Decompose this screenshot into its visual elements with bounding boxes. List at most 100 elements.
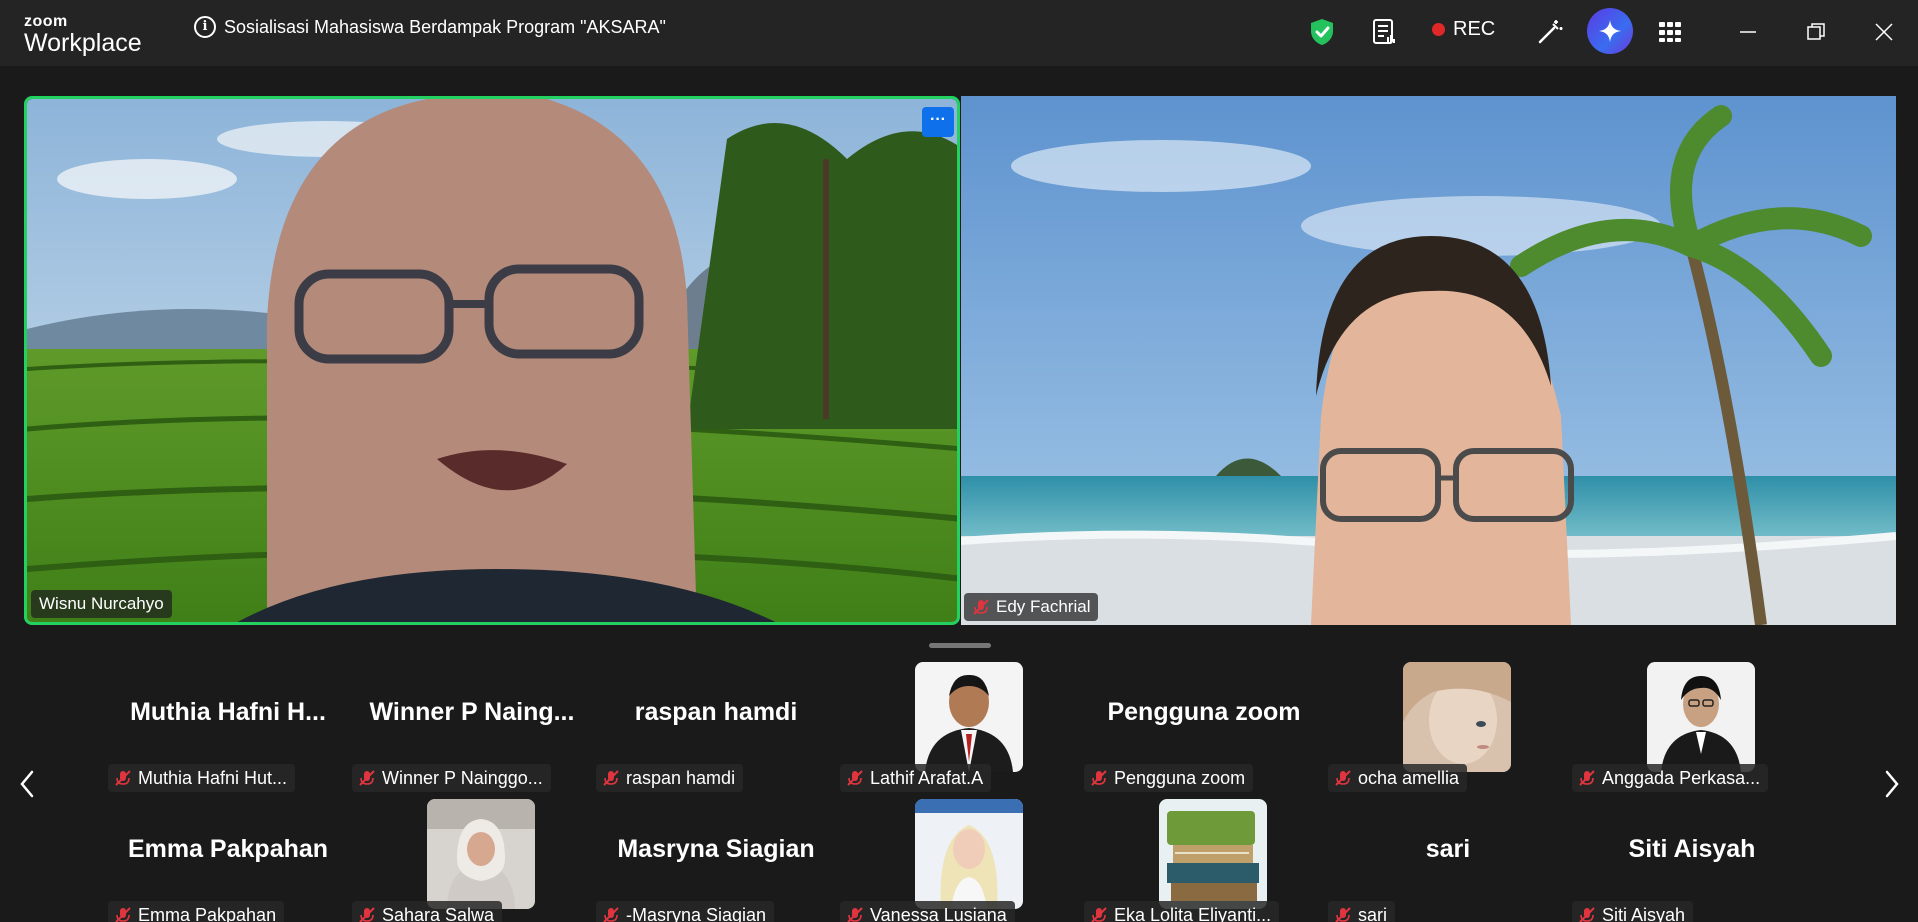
participant-name-tag: Muthia Hafni Hut... [108, 764, 296, 792]
previous-page-arrow-icon[interactable] [13, 764, 41, 804]
logo-bottom-text: Workplace [24, 29, 142, 57]
gallery-tile[interactable]: Sahara Salwa [350, 799, 594, 922]
muted-mic-icon [1579, 907, 1595, 922]
participant-name: Pengguna zoom [1114, 767, 1246, 788]
muted-mic-icon [973, 599, 989, 615]
participant-photo [915, 799, 1023, 909]
participant-name: Emma Pakpahan [138, 904, 277, 922]
participant-name-tag: Eka Lolita Eliyanti... [1084, 901, 1280, 922]
participant-photo [1647, 662, 1755, 772]
gallery-tile[interactable]: Lathif Arafat.A [838, 662, 1082, 792]
meeting-info-icon[interactable]: i [194, 16, 216, 38]
muted-mic-icon [1091, 907, 1107, 922]
participant-name: Muthia Hafni Hut... [138, 767, 288, 788]
logo-top-text: zoom [24, 13, 68, 30]
gallery-tile[interactable]: Vanessa Lusiana [838, 799, 1082, 922]
participant-name: Siti Aisyah [1602, 904, 1686, 922]
zoom-workplace-logo: zoom Workplace [24, 14, 142, 56]
recording-indicator[interactable]: REC [1432, 18, 1495, 41]
participant-display-name: Winner P Naing... [369, 698, 575, 726]
participant-name: Edy Fachrial [996, 597, 1091, 616]
ai-companion-icon[interactable] [1587, 8, 1633, 54]
video-tile-edy-fachrial[interactable]: Edy Fachrial [961, 96, 1896, 625]
participant-display-name: raspan hamdi [634, 698, 798, 726]
participant-name: Anggada Perkasa... [1602, 767, 1761, 788]
shield-check-icon[interactable] [1304, 14, 1340, 50]
participant-name-tag: raspan hamdi [596, 764, 744, 792]
participant-name: ocha amellia [1358, 767, 1460, 788]
participant-display-name: Emma Pakpahan [127, 835, 329, 863]
title-bar: zoom Workplace i Sosialisasi Mahasiswa B… [0, 0, 1918, 66]
video-feed-rice-field [27, 99, 957, 622]
muted-mic-icon [847, 907, 863, 922]
participant-name-tag: Siti Aisyah [1572, 901, 1694, 922]
participant-photo [1159, 799, 1267, 909]
muted-mic-icon [1579, 770, 1595, 786]
participant-name: Vanessa Lusiana [870, 904, 1007, 922]
video-feed-beach [961, 96, 1896, 625]
apps-grid-icon[interactable] [1652, 14, 1688, 50]
participant-display-name: Siti Aisyah [1628, 835, 1756, 863]
participant-name-tag: Emma Pakpahan [108, 901, 285, 922]
next-page-arrow-icon[interactable] [1878, 764, 1906, 804]
tile-more-options-button[interactable]: ··· [922, 107, 954, 137]
participant-name-tag: sari [1328, 901, 1396, 922]
gallery-tile[interactable]: Pengguna zoom Pengguna zoom [1082, 662, 1326, 792]
gallery-tile[interactable]: Masryna Siagian -Masryna Siagian [594, 799, 838, 922]
gallery-tile[interactable]: Winner P Naing... Winner P Nainggo... [350, 662, 594, 792]
participant-name: raspan hamdi [626, 767, 736, 788]
muted-mic-icon [359, 907, 375, 922]
participant-name: Winner P Nainggo... [382, 767, 543, 788]
resize-handle[interactable] [929, 643, 991, 648]
rec-label: REC [1453, 18, 1496, 40]
gallery-tile[interactable]: Emma Pakpahan Emma Pakpahan [106, 799, 350, 922]
gallery-tile[interactable]: raspan hamdi raspan hamdi [594, 662, 838, 792]
video-tile-wisnu-nurcahyo[interactable]: ··· Wisnu Nurcahyo [24, 96, 960, 625]
minimize-icon[interactable] [1730, 14, 1766, 50]
muted-mic-icon [359, 770, 375, 786]
muted-mic-icon [115, 770, 131, 786]
muted-mic-icon [1335, 907, 1351, 922]
muted-mic-icon [603, 907, 619, 922]
participant-name-tag: Sahara Salwa [352, 901, 503, 922]
participant-display-name: Pengguna zoom [1107, 698, 1301, 726]
participant-name-tag: Winner P Nainggo... [352, 764, 551, 792]
gallery-tile[interactable]: Eka Lolita Eliyanti... [1082, 799, 1326, 922]
participant-name-tag: Lathif Arafat.A [840, 764, 992, 792]
participant-photo [1403, 662, 1511, 772]
close-icon[interactable] [1866, 14, 1902, 50]
participant-display-name: Masryna Siagian [617, 835, 815, 863]
magic-wand-icon[interactable] [1532, 14, 1568, 50]
participant-name-tag: ocha amellia [1328, 764, 1468, 792]
gallery-tile[interactable]: sari sari [1326, 799, 1570, 922]
gallery-tile[interactable]: Muthia Hafni H... Muthia Hafni Hut... [106, 662, 350, 792]
participant-name-tag: Pengguna zoom [1084, 764, 1254, 792]
participant-name-tag: -Masryna Siagian [596, 901, 775, 922]
zoom-meeting-window: zoom Workplace i Sosialisasi Mahasiswa B… [0, 0, 1918, 922]
maximize-icon[interactable] [1798, 14, 1834, 50]
muted-mic-icon [115, 907, 131, 922]
participant-photo [427, 799, 535, 909]
muted-mic-icon [1091, 770, 1107, 786]
record-icon [1432, 23, 1445, 36]
participant-display-name: Muthia Hafni H... [130, 698, 326, 726]
participant-name: Sahara Salwa [382, 904, 495, 922]
muted-mic-icon [1335, 770, 1351, 786]
muted-mic-icon [603, 770, 619, 786]
participant-name: Wisnu Nurcahyo [39, 594, 164, 613]
participant-name-tag: Vanessa Lusiana [840, 901, 1015, 922]
participant-name: sari [1358, 904, 1388, 922]
gallery-tile[interactable]: Anggada Perkasa... [1570, 662, 1814, 792]
participant-name-tag: Anggada Perkasa... [1572, 764, 1769, 792]
participant-display-name: sari [1425, 835, 1471, 863]
gallery-tile[interactable]: Siti Aisyah Siti Aisyah [1570, 799, 1814, 922]
participant-name: -Masryna Siagian [626, 904, 767, 922]
participant-name: Eka Lolita Eliyanti... [1114, 904, 1272, 922]
muted-mic-icon [847, 770, 863, 786]
meeting-title: Sosialisasi Mahasiswa Berdampak Program … [224, 17, 666, 37]
participant-photo [915, 662, 1023, 772]
gallery-tile[interactable]: ocha amellia [1326, 662, 1570, 792]
participant-name: Lathif Arafat.A [870, 767, 984, 788]
participant-name-tag: Wisnu Nurcahyo [31, 590, 172, 618]
notes-icon[interactable] [1366, 14, 1402, 50]
